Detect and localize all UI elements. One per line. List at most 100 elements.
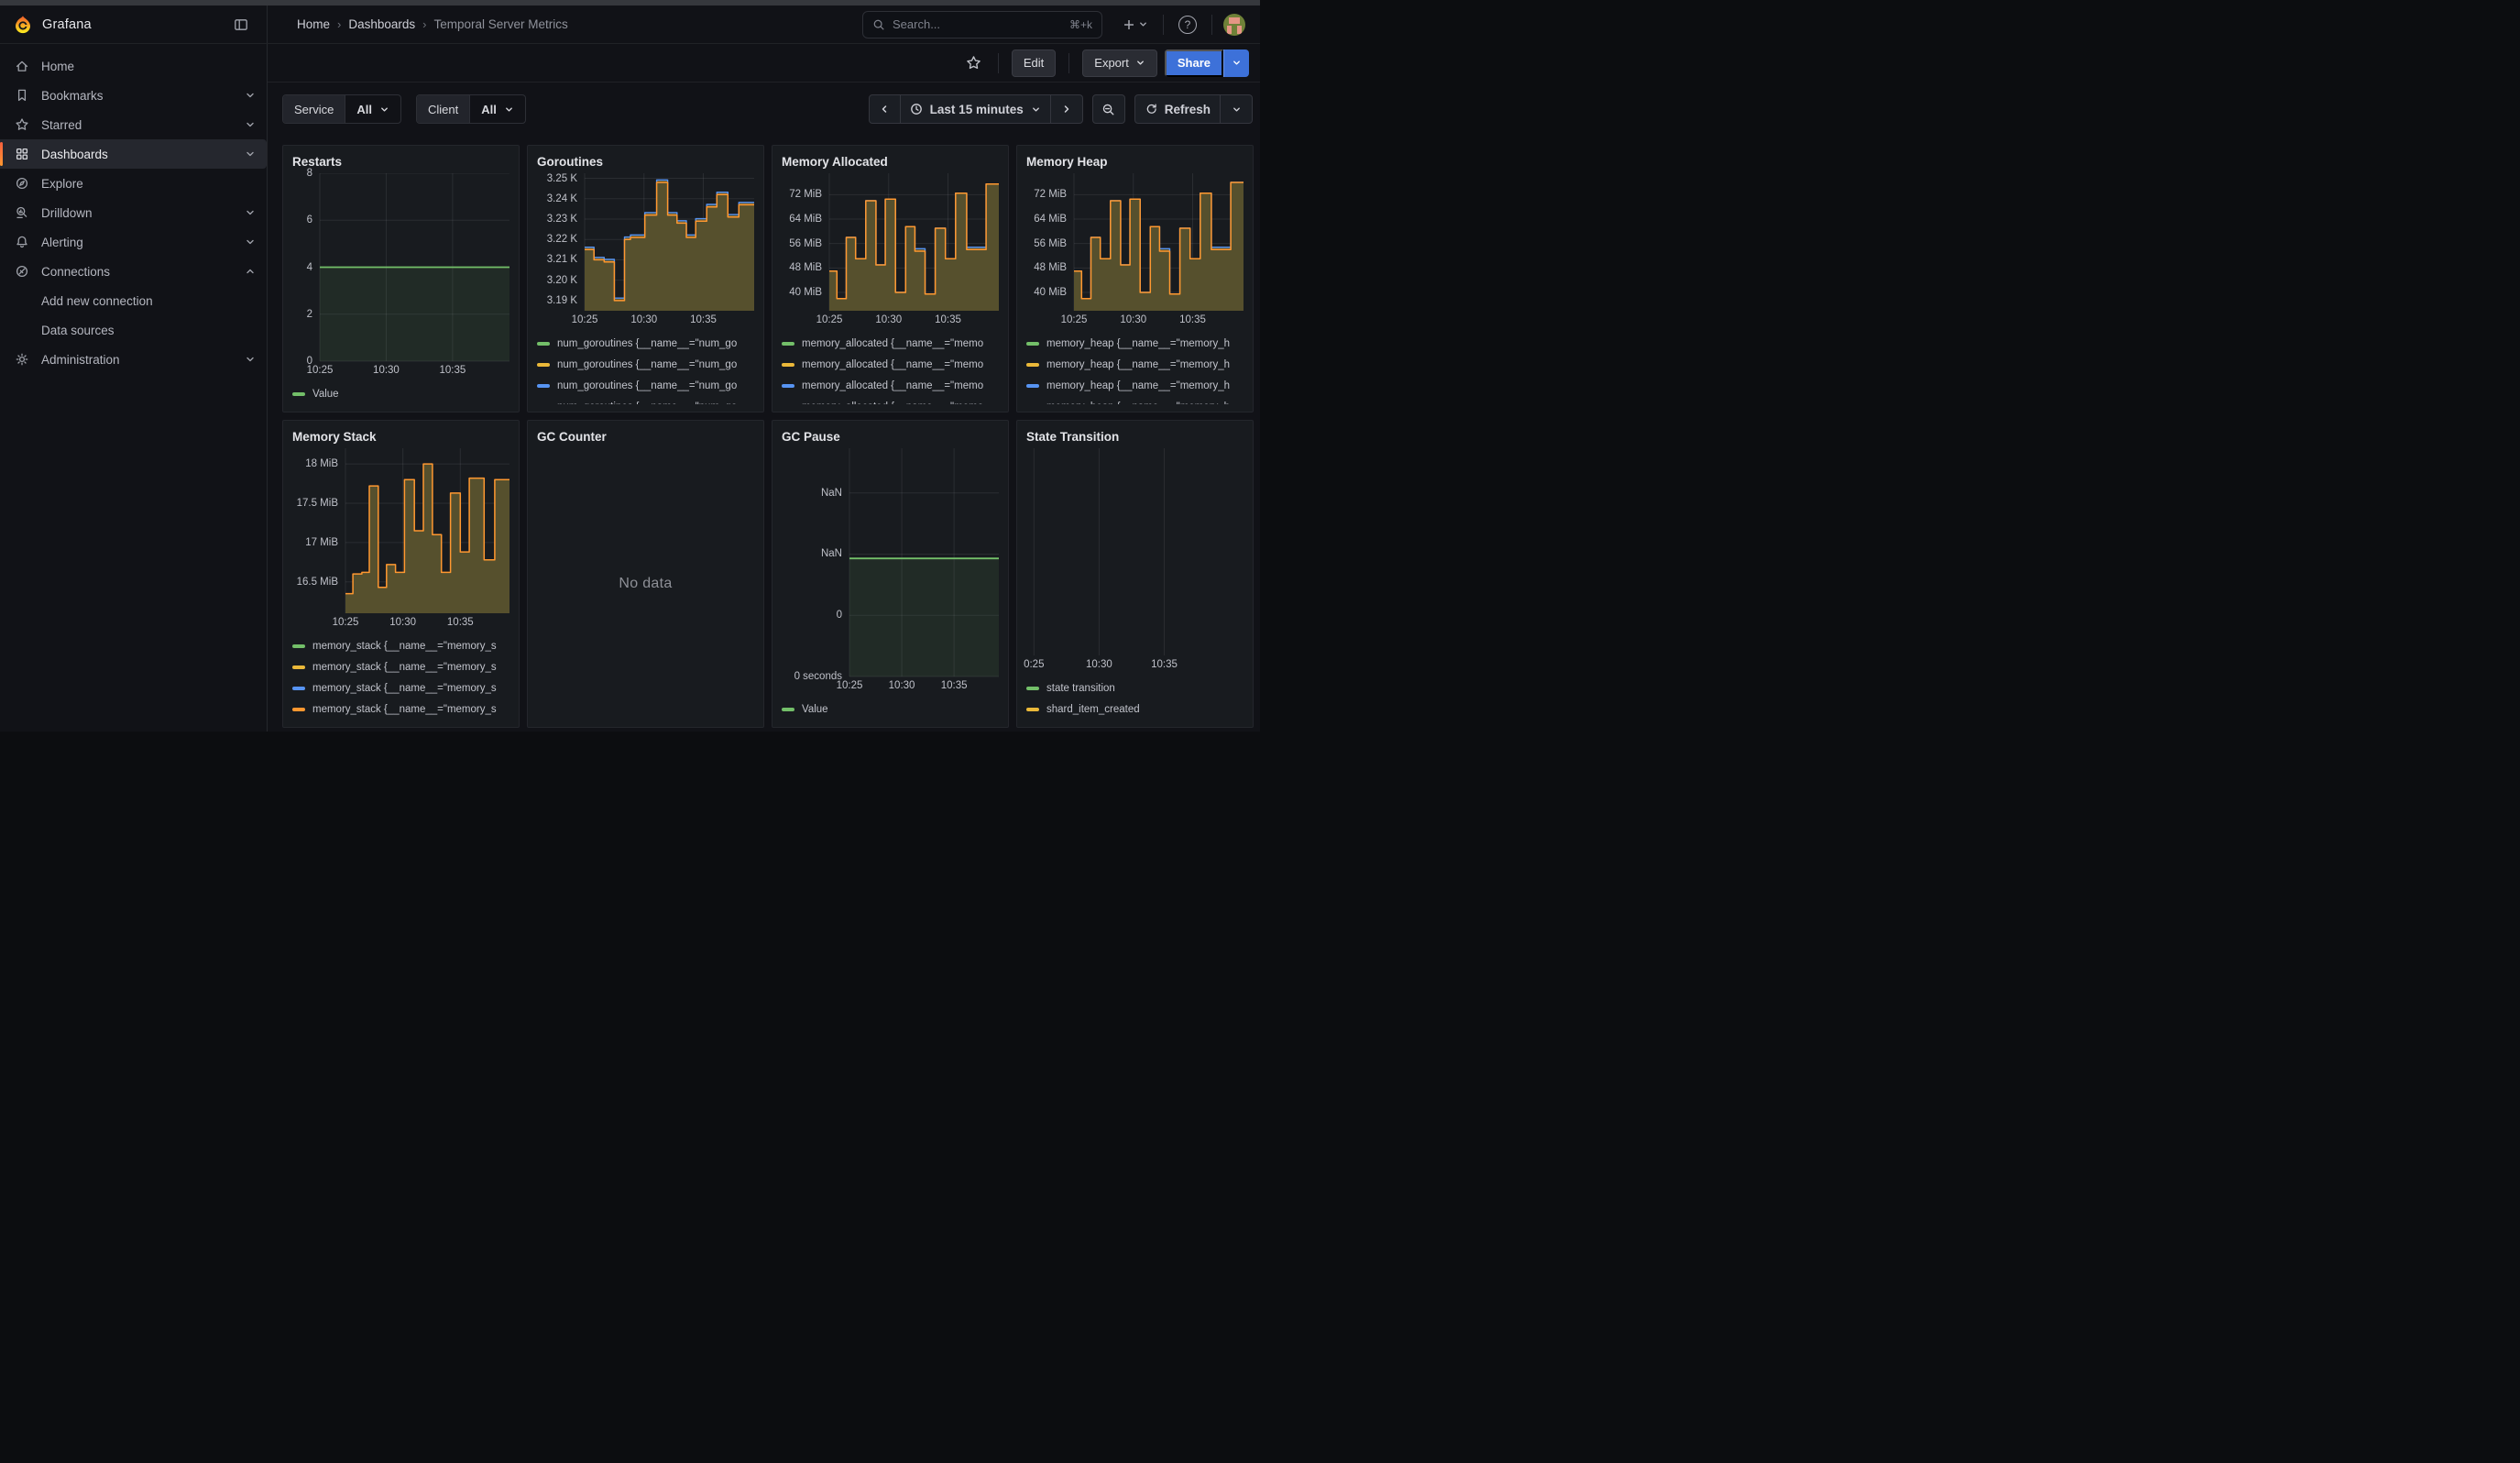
chevron-down-icon [379, 104, 389, 115]
legend-label: shard_item_created [1046, 704, 1140, 715]
time-series-plot[interactable]: NaNNaN00 seconds10:2510:3010:35 [782, 448, 999, 693]
time-shift-forward-button[interactable] [1051, 95, 1082, 123]
panel-title[interactable]: Memory Stack [292, 426, 509, 448]
sidebar-item-administration[interactable]: Administration [0, 345, 267, 374]
series-color-swatch [782, 384, 794, 388]
refresh-interval-dropdown[interactable] [1221, 95, 1252, 123]
legend-item[interactable]: memory_allocated {__name__="memo [782, 375, 999, 396]
legend-item[interactable]: memory_allocated {__name__="memo [782, 354, 999, 375]
panel-legend: memory_allocated {__name__="memo memory_a… [782, 333, 999, 404]
panel-title[interactable]: Memory Heap [1026, 151, 1244, 173]
time-series-plot[interactable]: 72 MiB64 MiB56 MiB48 MiB40 MiB10:2510:30… [782, 173, 999, 327]
favorite-star-button[interactable] [962, 51, 985, 74]
legend-item[interactable]: shard_item_created [1026, 698, 1244, 720]
legend-item[interactable]: Value [782, 698, 999, 720]
legend-item[interactable]: memory_stack {__name__="memory_s [292, 677, 509, 698]
legend-item[interactable]: memory_heap {__name__="memory_h [1026, 354, 1244, 375]
sidebar-item-add-new-connection[interactable]: Add new connection [0, 286, 267, 315]
panel-title[interactable]: GC Pause [782, 426, 999, 448]
search-input[interactable]: Search... ⌘+k [862, 11, 1102, 38]
sidebar-item-connections[interactable]: Connections [0, 257, 267, 286]
legend-label: memory_heap {__name__="memory_h [1046, 380, 1230, 391]
dock-sidebar-toggle-button[interactable] [228, 12, 254, 38]
legend-item[interactable]: num_goroutines {__name__="num_go [537, 396, 754, 404]
legend-label: memory_stack {__name__="memory_s [312, 662, 497, 673]
panel-title[interactable]: State Transition [1026, 426, 1244, 448]
legend-item[interactable]: memory_stack {__name__="memory_s [292, 635, 509, 656]
legend-item[interactable]: memory_stack {__name__="memory_s [292, 698, 509, 720]
sidebar-item-data-sources[interactable]: Data sources [0, 315, 267, 345]
user-avatar[interactable] [1223, 14, 1245, 36]
client-filter-value-dropdown[interactable]: All [470, 95, 525, 123]
time-series-plot[interactable]: 72 MiB64 MiB56 MiB48 MiB40 MiB10:2510:30… [1026, 173, 1244, 327]
share-dropdown-button[interactable] [1223, 50, 1249, 77]
chevron-down-icon [504, 104, 514, 115]
sidebar-item-dashboards[interactable]: Dashboards [0, 139, 267, 169]
legend-label: memory_heap {__name__="memory_h [1046, 359, 1230, 370]
sidebar-item-bookmarks[interactable]: Bookmarks [0, 81, 267, 110]
panel-legend: state transition shard_item_created [1026, 677, 1244, 720]
legend-item[interactable]: memory_stack {__name__="memory_s [292, 656, 509, 677]
legend-item[interactable]: memory_heap {__name__="memory_h [1026, 375, 1244, 396]
breadcrumb-dashboards[interactable]: Dashboards [348, 17, 415, 31]
client-variable-filter: Client All [416, 94, 526, 124]
chevron-up-icon [245, 266, 256, 277]
grafana-logo[interactable] [13, 15, 33, 35]
legend-label: num_goroutines {__name__="num_go [557, 380, 737, 391]
sidebar-item-alerting[interactable]: Alerting [0, 227, 267, 257]
chevron-left-icon [879, 104, 890, 115]
star-icon [15, 117, 29, 132]
zoom-out-time-button[interactable] [1093, 95, 1124, 123]
help-button[interactable]: ? [1175, 12, 1200, 38]
time-series-plot[interactable]: 0:2510:3010:35 [1026, 448, 1244, 672]
breadcrumb-home[interactable]: Home [297, 17, 330, 31]
panel-title[interactable]: Restarts [292, 151, 509, 173]
legend-item[interactable]: num_goroutines {__name__="num_go [537, 354, 754, 375]
add-new-button[interactable] [1119, 12, 1152, 38]
legend-item[interactable]: state transition [1026, 677, 1244, 698]
dashboard-toolbar: Edit Export Share [268, 44, 1260, 82]
panel-restarts: Restarts 8642010:2510:3010:35 Value [282, 145, 520, 412]
legend-item[interactable]: num_goroutines {__name__="num_go [537, 333, 754, 354]
dashboard-panel-grid: Restarts 8642010:2510:3010:35 Value Goro… [282, 145, 1260, 728]
legend-item[interactable]: memory_heap {__name__="memory_h [1026, 333, 1244, 354]
legend-label: memory_heap {__name__="memory_h [1046, 338, 1230, 349]
legend-item[interactable]: memory_allocated {__name__="memo [782, 333, 999, 354]
time-series-plot[interactable]: 3.25 K3.24 K3.23 K3.22 K3.21 K3.20 K3.19… [537, 173, 754, 327]
time-range-picker[interactable]: Last 15 minutes [901, 95, 1051, 123]
series-color-swatch [1026, 687, 1039, 690]
series-color-swatch [292, 644, 305, 648]
export-button[interactable]: Export [1082, 50, 1157, 77]
refresh-button[interactable]: Refresh [1135, 95, 1221, 123]
drilldown-icon [15, 205, 29, 220]
chevron-down-icon [1138, 19, 1148, 29]
sidebar-item-drilldown[interactable]: Drilldown [0, 198, 267, 227]
series-color-swatch [292, 666, 305, 669]
series-color-swatch [292, 392, 305, 396]
time-shift-back-button[interactable] [870, 95, 901, 123]
panel-title[interactable]: Goroutines [537, 151, 754, 173]
sidebar-item-explore[interactable]: Explore [0, 169, 267, 198]
series-color-swatch [1026, 363, 1039, 367]
edit-button[interactable]: Edit [1012, 50, 1056, 77]
legend-item[interactable]: Value [292, 383, 509, 404]
panel-title[interactable]: GC Counter [537, 426, 754, 448]
sidebar-item-home[interactable]: Home [0, 51, 267, 81]
sidebar-item-starred[interactable]: Starred [0, 110, 267, 139]
service-filter-value-dropdown[interactable]: All [345, 95, 400, 123]
legend-label: memory_allocated {__name__="memo [802, 359, 983, 370]
search-placeholder: Search... [893, 17, 1062, 31]
share-button[interactable]: Share [1165, 50, 1223, 77]
chevron-right-icon [1061, 104, 1072, 115]
legend-item[interactable]: memory_allocated {__name__="memo [782, 396, 999, 404]
brand-area: Grafana [0, 6, 268, 43]
legend-item[interactable]: memory_heap {__name__="memory_h [1026, 396, 1244, 404]
chevron-down-icon [245, 207, 256, 218]
panel-title[interactable]: Memory Allocated [782, 151, 999, 173]
series-color-swatch [782, 708, 794, 711]
legend-label: num_goroutines {__name__="num_go [557, 338, 737, 349]
time-series-plot[interactable]: 8642010:2510:3010:35 [292, 173, 509, 378]
legend-label: memory_allocated {__name__="memo [802, 380, 983, 391]
legend-item[interactable]: num_goroutines {__name__="num_go [537, 375, 754, 396]
time-series-plot[interactable]: 18 MiB17.5 MiB17 MiB16.5 MiB10:2510:3010… [292, 448, 509, 630]
